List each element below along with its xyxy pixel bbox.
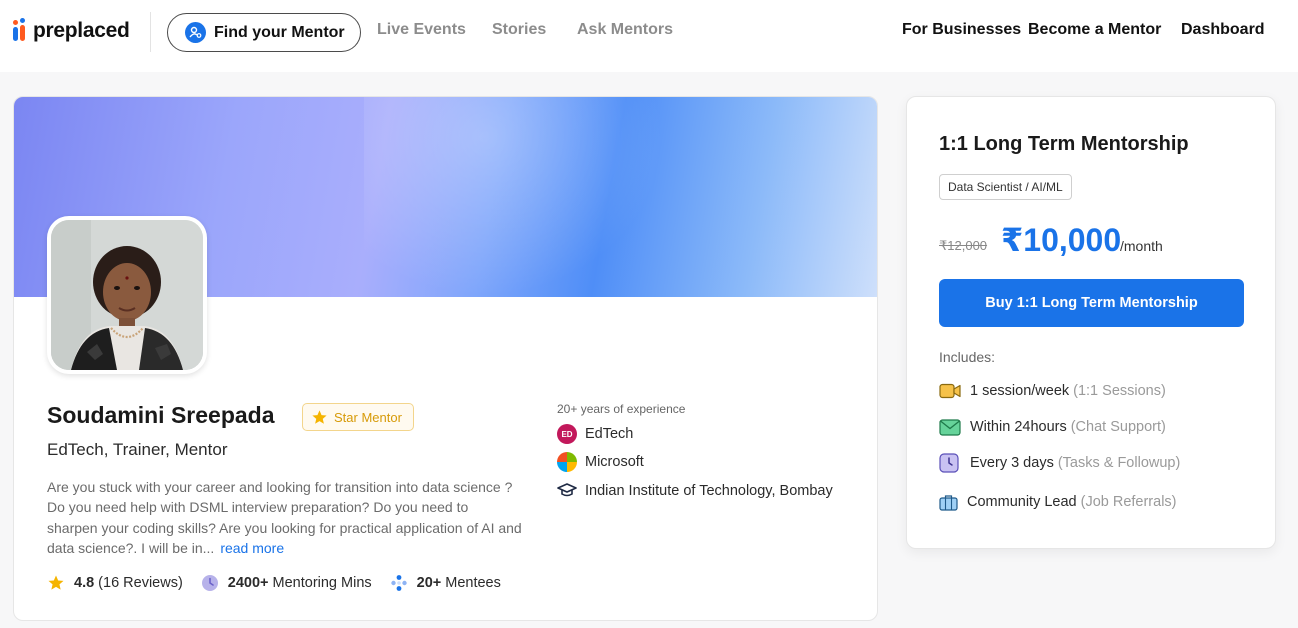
mentor-name: Soudamini Sreepada bbox=[47, 402, 275, 428]
mentor-profile-card: Soudamini Sreepada Star Mentor EdTech, T… bbox=[13, 96, 878, 621]
mentoring-mins-stat: 2400+ Mentoring Mins bbox=[201, 574, 372, 592]
people-icon bbox=[390, 574, 408, 592]
discounted-price: ₹10,000 bbox=[1001, 222, 1122, 258]
nav-stories[interactable]: Stories bbox=[492, 21, 546, 39]
user-search-icon bbox=[185, 22, 206, 43]
original-price: ₹12,000 bbox=[939, 238, 988, 253]
star-icon bbox=[312, 409, 327, 424]
buy-mentorship-button[interactable]: Buy 1:1 Long Term Mentorship bbox=[939, 279, 1244, 327]
include-note: (Tasks & Followup) bbox=[1057, 455, 1181, 471]
nav-ask-mentors[interactable]: Ask Mentors bbox=[577, 21, 673, 39]
includes-label: Includes: bbox=[939, 349, 996, 365]
nav-for-businesses[interactable]: For Businesses bbox=[902, 21, 1021, 39]
mentor-avatar-frame bbox=[47, 216, 207, 374]
include-text: Within 24hours bbox=[970, 419, 1067, 435]
experience-title: 20+ years of experience bbox=[557, 402, 686, 416]
mentor-stats: 4.8 (16 Reviews) 2400+ Mentoring Mins 20… bbox=[47, 574, 519, 592]
mentoring-mins-label: Mentoring Mins bbox=[272, 575, 372, 591]
clock-icon bbox=[201, 574, 219, 592]
mentor-subtitle: EdTech, Trainer, Mentor bbox=[47, 440, 228, 459]
include-item-sessions: 1 session/week (1:1 Sessions) bbox=[939, 381, 1166, 401]
mail-icon bbox=[939, 417, 961, 437]
logo-text: preplaced bbox=[33, 19, 130, 42]
top-header: preplaced Find your Mentor Live Events S… bbox=[0, 0, 1298, 72]
mentor-avatar bbox=[51, 220, 203, 370]
edtech-icon-text: ED bbox=[557, 424, 577, 444]
include-note: (Chat Support) bbox=[1070, 419, 1166, 435]
plan-title: 1:1 Long Term Mentorship bbox=[939, 133, 1189, 155]
experience-label: Microsoft bbox=[585, 454, 644, 470]
star-mentor-badge: Star Mentor bbox=[302, 403, 414, 431]
mentor-bio: Are you stuck with your career and looki… bbox=[47, 477, 522, 558]
experience-label: Indian Institute of Technology, Bombay bbox=[585, 483, 833, 499]
experience-label: EdTech bbox=[585, 426, 634, 442]
preplaced-logo[interactable]: preplaced bbox=[12, 17, 130, 45]
edtech-icon: ED bbox=[557, 424, 577, 444]
star-icon bbox=[47, 574, 65, 592]
include-item-tasks: Every 3 days (Tasks & Followup) bbox=[939, 453, 1180, 473]
video-icon bbox=[939, 381, 961, 401]
nav-live-events[interactable]: Live Events bbox=[377, 21, 466, 39]
microsoft-icon bbox=[557, 452, 577, 472]
read-more-link[interactable]: read more bbox=[220, 540, 284, 556]
experience-item-iit-bombay: Indian Institute of Technology, Bombay bbox=[557, 481, 833, 501]
logo-icon bbox=[12, 18, 28, 44]
mentorship-plan-card: 1:1 Long Term Mentorship Data Scientist … bbox=[906, 96, 1276, 549]
include-item-community: Community Lead (Job Referrals) bbox=[939, 492, 1177, 512]
include-text: Every 3 days bbox=[970, 455, 1054, 471]
star-mentor-label: Star Mentor bbox=[334, 409, 402, 425]
rating-stat: 4.8 (16 Reviews) bbox=[47, 574, 183, 592]
reviews-count: (16 Reviews) bbox=[98, 575, 183, 591]
find-mentor-button[interactable]: Find your Mentor bbox=[167, 13, 361, 52]
mentor-bio-text: Are you stuck with your career and looki… bbox=[47, 479, 522, 556]
find-mentor-label: Find your Mentor bbox=[214, 23, 345, 41]
experience-item-microsoft: Microsoft bbox=[557, 452, 644, 472]
nav-become-mentor[interactable]: Become a Mentor bbox=[1028, 21, 1161, 39]
plan-tag: Data Scientist / AI/ML bbox=[939, 174, 1072, 200]
experience-item-edtech: ED EdTech bbox=[557, 424, 633, 444]
mentees-label: Mentees bbox=[445, 575, 501, 591]
include-item-chat: Within 24hours (Chat Support) bbox=[939, 417, 1166, 437]
price-period: /month bbox=[1120, 238, 1163, 254]
include-note: (Job Referrals) bbox=[1080, 494, 1177, 510]
include-note: (1:1 Sessions) bbox=[1073, 383, 1166, 399]
include-text: 1 session/week bbox=[970, 383, 1070, 399]
mentoring-mins-value: 2400+ bbox=[227, 575, 269, 591]
mentees-stat: 20+ Mentees bbox=[390, 574, 501, 592]
header-divider bbox=[150, 12, 151, 52]
nav-dashboard[interactable]: Dashboard bbox=[1181, 21, 1265, 39]
mentees-value: 20+ bbox=[416, 575, 442, 591]
include-text: Community Lead bbox=[967, 494, 1077, 510]
briefcase-icon bbox=[939, 492, 958, 512]
clock-icon bbox=[939, 453, 961, 473]
rating-value: 4.8 bbox=[74, 575, 95, 591]
graduation-cap-icon bbox=[557, 481, 577, 501]
